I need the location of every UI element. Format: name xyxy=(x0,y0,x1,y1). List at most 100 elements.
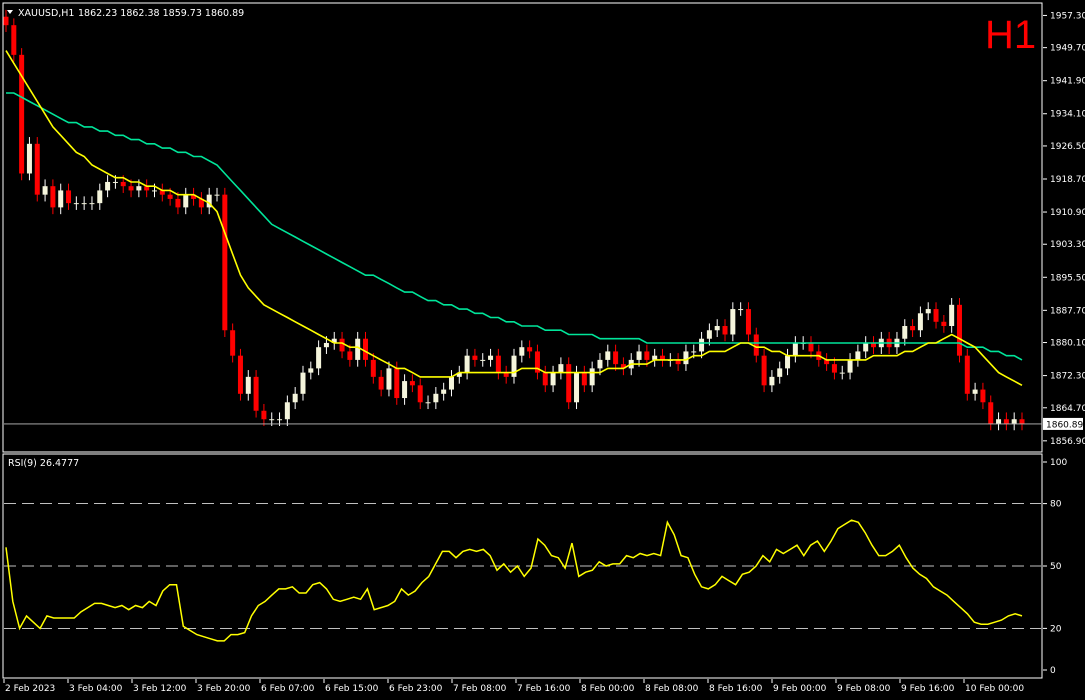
candle-body xyxy=(464,355,470,373)
candle-body xyxy=(409,381,415,386)
candle-body xyxy=(230,330,236,356)
symbol-label: XAUUSD,H1 xyxy=(18,8,74,19)
candle-body xyxy=(777,368,783,377)
candle-body xyxy=(50,186,56,208)
candle-body xyxy=(323,342,329,348)
price-tick-label: 1903.30 xyxy=(1050,240,1085,250)
rsi-tick-label: 20 xyxy=(1050,624,1062,634)
price-tick-label: 1856.90 xyxy=(1050,437,1085,447)
time-tick-label: 6 Feb 23:00 xyxy=(389,684,443,694)
candle-body xyxy=(3,16,9,26)
candle-body xyxy=(941,321,947,327)
candle-body xyxy=(34,143,40,195)
candle-body xyxy=(222,194,228,331)
candle-body xyxy=(316,347,322,369)
candle-body xyxy=(26,143,32,174)
candle-body xyxy=(785,355,791,369)
price-tick-label: 1926.50 xyxy=(1050,142,1085,152)
candle-body xyxy=(339,338,345,352)
price-tick-label: 1872.30 xyxy=(1050,372,1085,382)
candle-body xyxy=(902,326,908,339)
price-pane[interactable] xyxy=(2,2,1043,453)
time-tick-label: 9 Feb 00:00 xyxy=(773,684,827,694)
candle-body xyxy=(581,372,587,386)
time-tick-label: 9 Feb 08:00 xyxy=(837,684,891,694)
time-tick-label: 6 Feb 07:00 xyxy=(261,684,315,694)
time-tick-label: 6 Feb 15:00 xyxy=(325,684,379,694)
time-tick-label: 10 Feb 00:00 xyxy=(965,684,1024,694)
candle-body xyxy=(738,309,744,311)
candle-body xyxy=(284,402,290,420)
time-tick-label: 8 Feb 00:00 xyxy=(581,684,635,694)
candle-body xyxy=(472,355,478,360)
candle-body xyxy=(495,355,501,373)
candle-body xyxy=(714,326,720,331)
price-tick-label: 1864.70 xyxy=(1050,404,1085,414)
candle-body xyxy=(347,351,353,360)
time-tick-label: 3 Feb 12:00 xyxy=(133,684,187,694)
candle-body xyxy=(855,351,861,360)
candle-body xyxy=(745,309,751,335)
candle-body xyxy=(425,402,431,404)
candle-body xyxy=(917,313,923,331)
rsi-label: RSI(9) 26.4777 xyxy=(8,458,79,469)
candle-body xyxy=(175,198,181,208)
time-axis: 2 Feb 2023 3 Feb 04:00 3 Feb 12:00 3 Feb 20… xyxy=(3,679,1024,694)
candle-body xyxy=(73,203,79,205)
candle-body xyxy=(402,381,408,399)
candle-body xyxy=(112,181,118,183)
candle-body xyxy=(386,368,392,390)
candle-body xyxy=(925,309,931,314)
price-tick-label: 1910.90 xyxy=(1050,208,1085,218)
candle-body xyxy=(910,326,916,331)
rsi-axis: 100 80 50 20 0 xyxy=(1043,458,1067,676)
candle-body xyxy=(253,376,259,411)
candle-body xyxy=(81,203,87,205)
candle-body xyxy=(519,347,525,356)
candle-body xyxy=(378,376,384,390)
candle-body xyxy=(1019,419,1025,424)
candle-body xyxy=(613,351,619,365)
price-tick-label: 1941.90 xyxy=(1050,77,1085,87)
candle-body xyxy=(480,359,486,361)
candle-body xyxy=(245,376,251,394)
candle-body xyxy=(488,355,494,360)
candle-body xyxy=(769,376,775,386)
candle-body xyxy=(566,364,572,403)
price-axis: 1957.30 1949.70 1941.90 1934.10 1926.50 1918.… xyxy=(1043,11,1085,447)
rsi-tick-label: 0 xyxy=(1050,666,1056,676)
timeframe-badge: H1 xyxy=(985,13,1036,57)
candle-body xyxy=(949,304,955,327)
current-price-label: 1860.89 xyxy=(1046,420,1083,430)
price-chart[interactable]: XAUUSD,H1 1862.23 1862.38 1859.73 1860.8… xyxy=(0,0,1085,700)
candle-body xyxy=(214,194,220,196)
candle-body xyxy=(394,368,400,399)
time-tick-label: 2 Feb 2023 xyxy=(5,684,55,694)
time-tick-label: 9 Feb 16:00 xyxy=(901,684,955,694)
candle-body xyxy=(237,355,243,394)
candle-body xyxy=(433,393,439,403)
candle-body xyxy=(644,351,650,360)
candle-body xyxy=(66,190,72,204)
rsi-tick-label: 100 xyxy=(1050,458,1067,468)
price-tick-label: 1895.50 xyxy=(1050,273,1085,283)
time-tick-label: 3 Feb 04:00 xyxy=(69,684,123,694)
candle-body xyxy=(636,351,642,360)
ohlc-label: 1862.23 1862.38 1859.73 1860.89 xyxy=(78,8,244,19)
candle-body xyxy=(699,338,705,352)
candle-body xyxy=(956,304,962,356)
candle-body xyxy=(441,389,447,394)
candle-body xyxy=(511,355,517,377)
candle-body xyxy=(722,326,728,335)
candle-body xyxy=(730,309,736,335)
time-tick-label: 7 Feb 16:00 xyxy=(517,684,571,694)
candle-body xyxy=(89,203,95,205)
candle-body xyxy=(300,372,306,394)
candle-body xyxy=(808,342,814,352)
candle-body xyxy=(292,393,298,403)
candle-body xyxy=(363,338,369,360)
price-tick-label: 1934.10 xyxy=(1050,110,1085,120)
time-tick-label: 3 Feb 20:00 xyxy=(197,684,251,694)
candle-body xyxy=(597,359,603,369)
candle-body xyxy=(964,355,970,394)
